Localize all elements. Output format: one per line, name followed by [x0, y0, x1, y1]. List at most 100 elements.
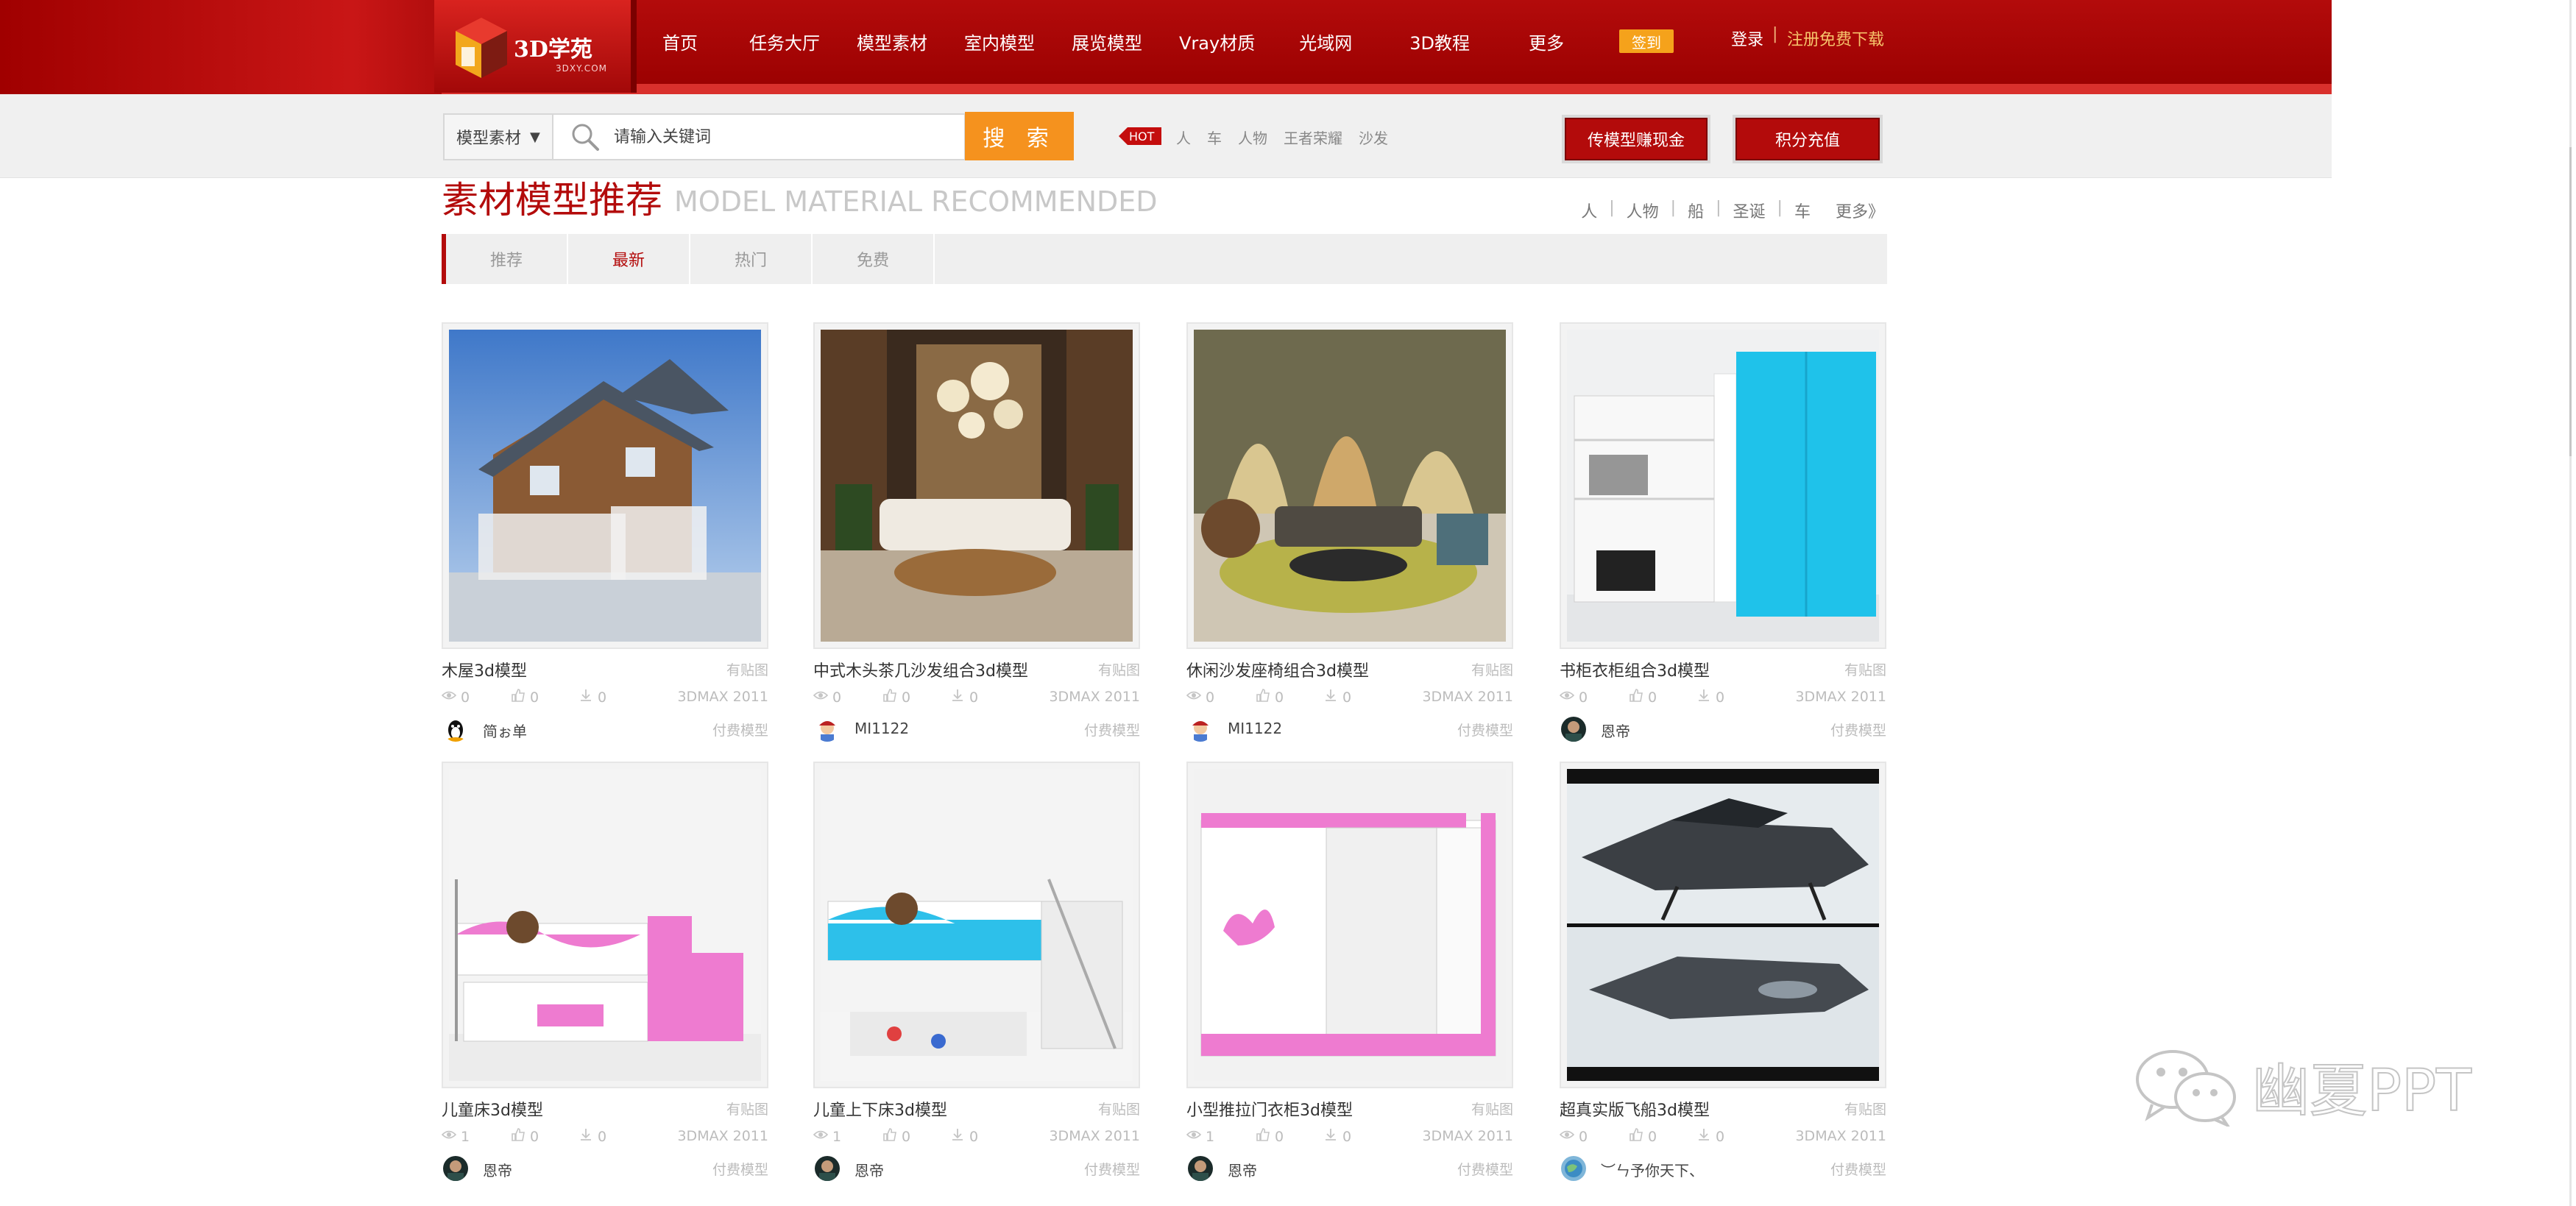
avatar[interactable] [1188, 717, 1213, 742]
bunk-pink-icon [449, 769, 761, 1081]
model-title[interactable]: 小型推拉门衣柜3d模型 [1186, 1097, 1353, 1121]
avatar[interactable] [1561, 717, 1586, 742]
model-thumbnail[interactable] [1186, 322, 1513, 649]
model-card[interactable]: 中式木头茶几沙发组合3d模型 有贴图 0 0 0 3DMAX 2011 MI11… [813, 322, 1140, 743]
nav-ies-lights[interactable]: 光域网 [1299, 29, 1352, 54]
view-count: 0 [813, 689, 841, 706]
cartoon-icon [1188, 717, 1213, 742]
like-count[interactable]: 0 [1256, 1128, 1284, 1145]
like-count[interactable]: 0 [1629, 1128, 1657, 1145]
nav-3d-tutorials[interactable]: 3D教程 [1409, 29, 1470, 54]
avatar[interactable] [815, 1156, 840, 1181]
bunk-blue-icon [821, 769, 1133, 1081]
uploader-name[interactable]: MI1122 [854, 720, 909, 737]
scrollbar-thumb[interactable] [2569, 147, 2572, 456]
model-thumbnail[interactable] [813, 322, 1140, 649]
model-title[interactable]: 中式木头茶几沙发组合3d模型 [813, 658, 1028, 681]
search-box[interactable] [553, 113, 966, 160]
model-title[interactable]: 儿童床3d模型 [442, 1097, 543, 1121]
avatar[interactable] [815, 717, 840, 742]
model-title[interactable]: 休闲沙发座椅组合3d模型 [1186, 658, 1369, 681]
tag-link-more[interactable]: 更多》 [1836, 199, 1884, 222]
tag-link-ship[interactable]: 船 [1688, 199, 1704, 222]
uploader-name[interactable]: 简ぉ单 [483, 720, 527, 741]
model-card[interactable]: 木屋3d模型 有贴图 0 0 0 3DMAX 2011 简ぉ单 付费模型 [441, 322, 768, 743]
view-count-value: 0 [1579, 689, 1588, 706]
model-card[interactable]: 书柜衣柜组合3d模型 有贴图 0 0 0 3DMAX 2011 恩帝 付费模型 [1559, 322, 1886, 743]
tag-link-people[interactable]: 人物 [1627, 199, 1659, 222]
uploader-name[interactable]: 恩帝 [483, 1159, 512, 1180]
register-link[interactable]: 注册免费下载 [1787, 26, 1884, 50]
nav-vray-materials[interactable]: Vray材质 [1179, 29, 1255, 54]
tab-recommended[interactable]: 推荐 [446, 234, 568, 284]
model-thumbnail[interactable] [1186, 762, 1513, 1088]
tag-link-car[interactable]: 车 [1794, 199, 1811, 222]
tag-link-person[interactable]: 人 [1581, 199, 1597, 222]
model-thumbnail[interactable] [1560, 762, 1886, 1088]
logo-cube-icon[interactable] [453, 15, 510, 81]
avatar[interactable] [443, 717, 468, 742]
hot-tag-sofa[interactable]: 沙发 [1359, 127, 1388, 148]
download-count-value: 0 [1342, 689, 1352, 706]
avatar[interactable] [1188, 1156, 1213, 1181]
search-input[interactable] [614, 127, 938, 146]
tab-latest[interactable]: 最新 [568, 234, 690, 284]
upload-model-button[interactable]: 传模型赚现金 [1562, 115, 1710, 163]
uploader-name[interactable]: ︶ㄣ予你天下、 [1601, 1159, 1704, 1180]
thumbs-up-icon [882, 689, 902, 706]
model-thumbnail[interactable] [813, 762, 1140, 1088]
download-count: 0 [1323, 689, 1351, 706]
nav-home[interactable]: 首页 [662, 29, 698, 54]
download-icon [950, 689, 969, 706]
model-card[interactable]: 儿童床3d模型 有贴图 1 0 0 3DMAX 2011 恩帝 付费模型 [441, 762, 768, 1182]
model-card[interactable]: 超真实版飞船3d模型 有贴图 0 0 0 3DMAX 2011 ︶ㄣ予你天下、 … [1559, 762, 1886, 1182]
nav-interior-models[interactable]: 室内模型 [964, 29, 1035, 54]
like-count[interactable]: 0 [1256, 689, 1284, 706]
like-count[interactable]: 0 [1629, 689, 1657, 706]
tab-free[interactable]: 免费 [813, 234, 935, 284]
uploader-name[interactable]: 恩帝 [854, 1159, 884, 1180]
search-button[interactable]: 搜 索 [965, 112, 1074, 160]
spaceship-icon [1567, 769, 1879, 1081]
nav-task-hall[interactable]: 任务大厅 [749, 29, 820, 54]
nav-model-assets[interactable]: 模型素材 [857, 29, 927, 54]
hot-tag-people[interactable]: 人物 [1238, 127, 1267, 148]
avatar[interactable] [1561, 1156, 1586, 1181]
like-count-value: 0 [902, 689, 911, 706]
hot-tag-honor-of-kings[interactable]: 王者荣耀 [1284, 127, 1342, 148]
download-count-value: 0 [598, 1128, 607, 1145]
paid-model-label: 付费模型 [1083, 1162, 1140, 1178]
hot-tag-car[interactable]: 车 [1207, 127, 1222, 148]
model-thumbnail[interactable] [1560, 322, 1886, 649]
download-count-value: 0 [1342, 1128, 1352, 1145]
login-link[interactable]: 登录 [1731, 26, 1763, 50]
model-title[interactable]: 超真实版飞船3d模型 [1560, 1097, 1710, 1121]
nav-more[interactable]: 更多 [1529, 29, 1564, 54]
uploader-name[interactable]: MI1122 [1228, 720, 1282, 737]
model-thumbnail[interactable] [442, 322, 768, 649]
tag-link-christmas[interactable]: 圣诞 [1733, 199, 1766, 222]
like-count[interactable]: 0 [882, 689, 910, 706]
software-version: 3DMAX 2011 [1049, 689, 1140, 705]
model-title[interactable]: 木屋3d模型 [442, 658, 527, 681]
uploader-name[interactable]: 恩帝 [1601, 720, 1630, 741]
search-category-select[interactable]: 模型素材 ▼ [443, 113, 553, 160]
topup-points-button[interactable]: 积分充值 [1733, 115, 1883, 163]
like-count[interactable]: 0 [882, 1128, 910, 1145]
model-title[interactable]: 书柜衣柜组合3d模型 [1560, 658, 1710, 681]
like-count[interactable]: 0 [511, 1128, 539, 1145]
model-thumbnail[interactable] [442, 762, 768, 1088]
tab-popular[interactable]: 热门 [690, 234, 813, 284]
nav-exhibition-models[interactable]: 展览模型 [1072, 29, 1142, 54]
texture-badge: 有贴图 [726, 1102, 768, 1118]
hot-tag-person[interactable]: 人 [1176, 127, 1191, 148]
signin-button[interactable]: 签到 [1619, 29, 1674, 53]
model-card[interactable]: 休闲沙发座椅组合3d模型 有贴图 0 0 0 3DMAX 2011 MI1122… [1186, 322, 1513, 743]
uploader-name[interactable]: 恩帝 [1228, 1159, 1257, 1180]
avatar[interactable] [443, 1156, 468, 1181]
model-card[interactable]: 儿童上下床3d模型 有贴图 1 0 0 3DMAX 2011 恩帝 付费模型 [813, 762, 1140, 1182]
like-count[interactable]: 0 [511, 689, 539, 706]
logo-title[interactable]: 3D学苑 [514, 31, 592, 63]
model-title[interactable]: 儿童上下床3d模型 [813, 1097, 947, 1121]
model-card[interactable]: 小型推拉门衣柜3d模型 有贴图 1 0 0 3DMAX 2011 恩帝 付费模型 [1186, 762, 1513, 1182]
